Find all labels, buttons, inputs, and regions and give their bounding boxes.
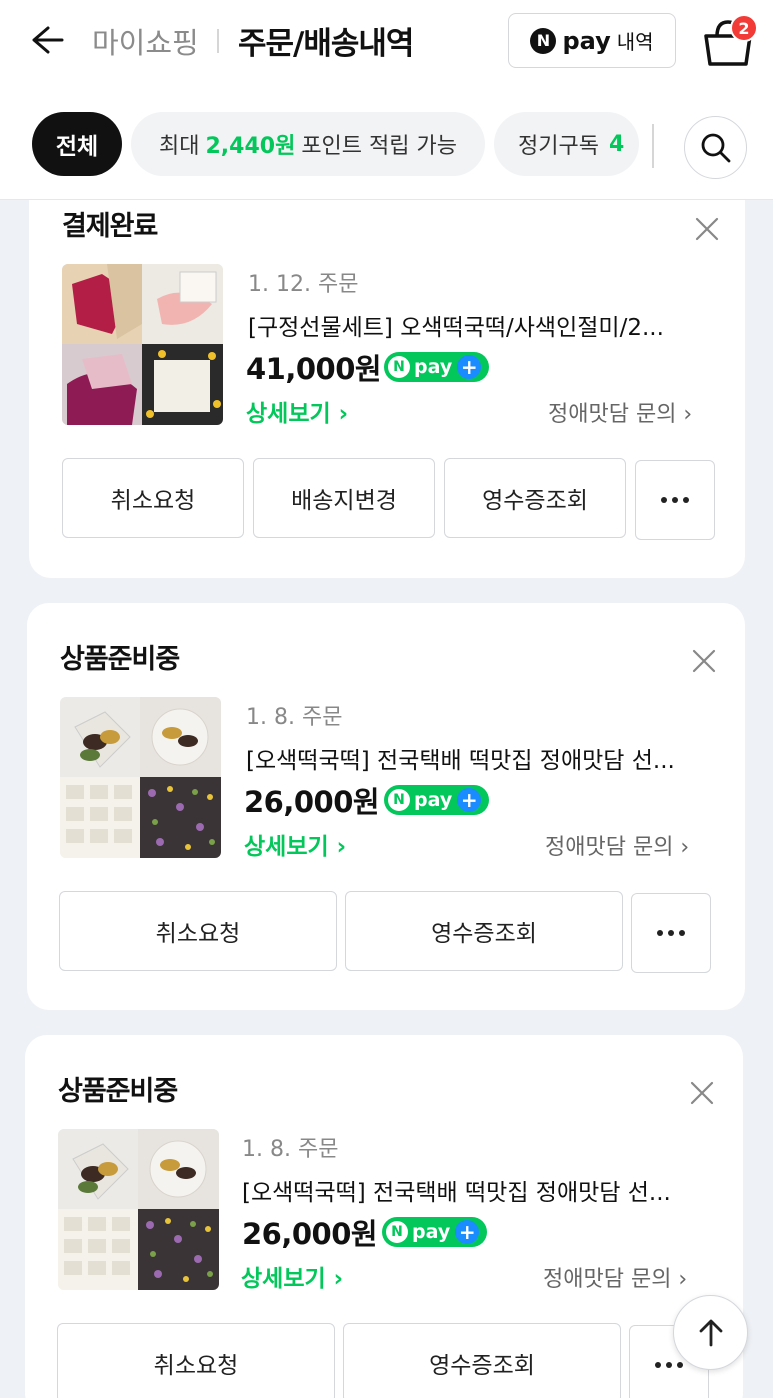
order-status: 상품준비중 — [60, 644, 180, 675]
subscription-chip[interactable]: 정기구독 4 — [494, 112, 639, 176]
cancel-request-button[interactable]: 취소요청 — [57, 1323, 335, 1398]
npay-plus-badge: N pay + — [384, 785, 489, 815]
product-thumbnail[interactable] — [58, 1129, 219, 1290]
breadcrumb-parent[interactable]: 마이쇼핑 — [92, 20, 199, 62]
npay-word: pay — [412, 1221, 451, 1243]
filter-all-chip[interactable]: 전체 — [32, 112, 122, 176]
product-thumbnail[interactable] — [62, 264, 223, 425]
top-header: 마이쇼핑 주문/배송내역 N pay 내역 2 전체 최대 2,440원 포인트… — [0, 0, 773, 200]
subscription-label: 정기구독 — [518, 134, 599, 159]
cart-count-badge: 2 — [730, 14, 758, 42]
receipt-button[interactable]: 영수증조회 — [345, 891, 623, 971]
more-dot — [683, 497, 689, 503]
npay-plus-badge: N pay + — [384, 352, 489, 382]
order-card: 결제완료 1. 12. 주문 [구정선물세트] 오색떡국떡/사색인절미/2...… — [29, 170, 745, 578]
seller-inquiry-link[interactable]: 정애맛담 문의 › — [543, 1261, 687, 1293]
close-icon[interactable] — [694, 216, 720, 242]
more-options-button[interactable] — [635, 460, 715, 540]
arrow-up-icon — [699, 1319, 722, 1346]
product-price: 26,000원 — [242, 1217, 378, 1251]
search-button[interactable] — [684, 116, 747, 179]
change-address-button[interactable]: 배송지변경 — [253, 458, 435, 538]
more-options-button[interactable] — [631, 893, 711, 973]
npay-history-button[interactable]: N pay 내역 — [508, 13, 676, 68]
product-thumbnail[interactable] — [60, 697, 221, 858]
more-dot — [657, 930, 663, 936]
npay-logo-icon: N — [530, 27, 557, 54]
order-date: 1. 12. 주문 — [248, 272, 359, 297]
npay-word: pay — [414, 356, 453, 378]
more-dot — [672, 497, 678, 503]
npay-logo-icon: N — [388, 356, 410, 378]
npay-word: pay — [414, 789, 453, 811]
product-price: 41,000원 — [246, 352, 382, 386]
plus-icon: + — [455, 1220, 480, 1244]
more-dot — [655, 1362, 661, 1368]
chip-divider — [652, 124, 654, 168]
cancel-request-button[interactable]: 취소요청 — [62, 458, 244, 538]
more-dot — [679, 930, 685, 936]
receipt-button[interactable]: 영수증조회 — [444, 458, 626, 538]
order-date: 1. 8. 주문 — [242, 1137, 339, 1162]
search-icon — [701, 133, 730, 162]
subscription-count: 4 — [608, 131, 625, 157]
npay-history-label: 내역 — [616, 30, 654, 54]
npay-word: pay — [562, 26, 611, 55]
order-status: 상품준비중 — [58, 1076, 178, 1107]
npay-plus-badge: N pay + — [382, 1217, 487, 1247]
seller-inquiry-link[interactable]: 정애맛담 문의 › — [548, 396, 692, 428]
product-name[interactable]: [오색떡국떡] 전국택배 떡맛집 정애맛담 선... — [242, 1173, 707, 1207]
detail-link[interactable]: 상세보기 › — [244, 827, 346, 861]
scroll-to-top-button[interactable] — [673, 1295, 748, 1370]
more-dot — [677, 1362, 683, 1368]
npay-logo-icon: N — [388, 789, 410, 811]
npay-logo-icon: N — [386, 1221, 408, 1243]
plus-icon: + — [457, 788, 482, 812]
product-name[interactable]: [구정선물세트] 오색떡국떡/사색인절미/2... — [248, 308, 713, 342]
detail-link[interactable]: 상세보기 › — [241, 1259, 343, 1293]
seller-inquiry-link[interactable]: 정애맛담 문의 › — [545, 829, 689, 861]
breadcrumb-divider — [217, 29, 219, 53]
cancel-request-button[interactable]: 취소요청 — [59, 891, 337, 971]
points-amount: 2,440원 — [205, 134, 296, 159]
points-prefix: 최대 — [159, 134, 200, 159]
close-icon[interactable] — [689, 1080, 715, 1106]
more-dot — [661, 497, 667, 503]
product-price: 26,000원 — [244, 785, 380, 819]
product-name[interactable]: [오색떡국떡] 전국택배 떡맛집 정애맛담 선... — [246, 741, 711, 775]
order-status: 결제완료 — [62, 211, 158, 242]
more-dot — [668, 930, 674, 936]
receipt-button[interactable]: 영수증조회 — [343, 1323, 621, 1398]
close-icon[interactable] — [691, 648, 717, 674]
more-dot — [666, 1362, 672, 1368]
points-chip[interactable]: 최대 2,440원 포인트 적립 가능 — [131, 112, 485, 176]
page-title: 주문/배송내역 — [238, 26, 414, 62]
detail-link[interactable]: 상세보기 › — [246, 394, 348, 428]
points-suffix: 포인트 적립 가능 — [301, 134, 457, 159]
order-card: 상품준비중 1. 8. 주문 [오색떡국떡] 전국택배 떡맛집 정애맛담 선..… — [25, 1035, 743, 1398]
order-card: 상품준비중 1. 8. 주문 [오색떡국떡] 전국택배 떡맛집 정애맛담 선..… — [27, 603, 745, 1010]
back-arrow-icon[interactable] — [26, 20, 66, 60]
order-date: 1. 8. 주문 — [246, 705, 343, 730]
plus-icon: + — [457, 355, 482, 379]
